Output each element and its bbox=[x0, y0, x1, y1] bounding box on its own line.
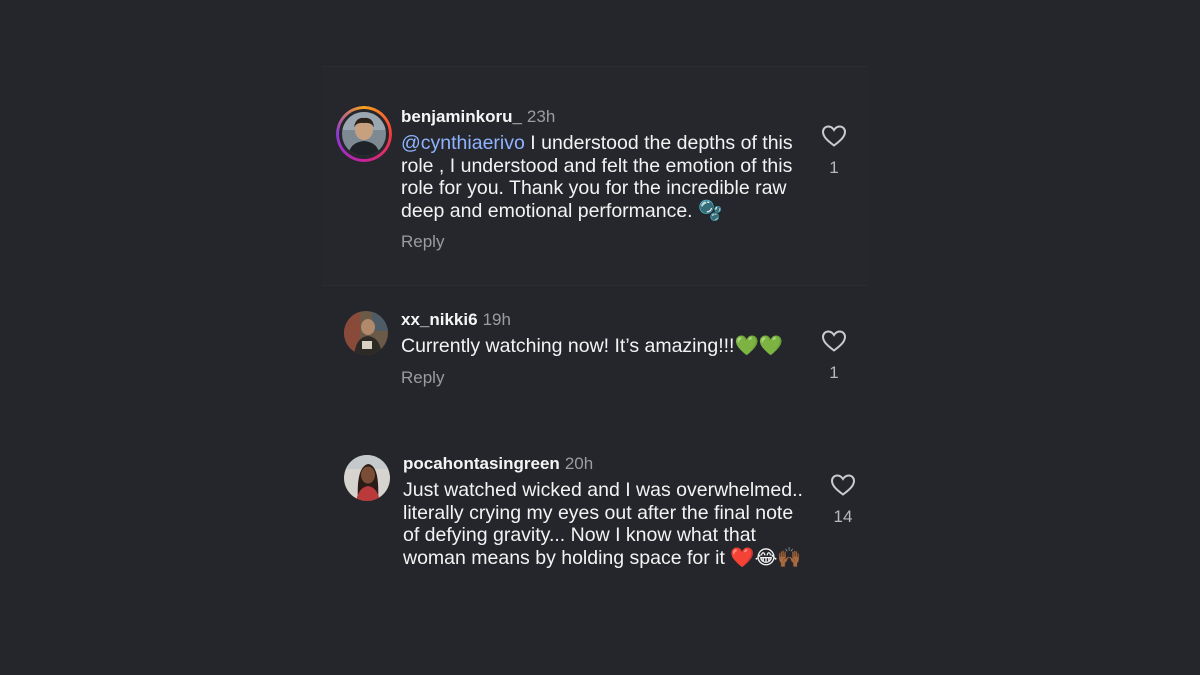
comment-emoji: 🫧 bbox=[698, 198, 723, 222]
comment-body: pocahontasingreen 20h Just watched wicked… bbox=[403, 453, 811, 569]
heart-outline-icon bbox=[821, 125, 847, 147]
comments-screen: benjaminkoru_ 23h @cynthiaerivo I underst… bbox=[0, 0, 1200, 675]
avatar-photo bbox=[342, 112, 386, 156]
comment-body: xx_nikki6 19h Currently watching now! It’… bbox=[401, 309, 811, 388]
like-count: 1 bbox=[829, 363, 839, 382]
comment-emoji: ❤️😂🙌🏾 bbox=[730, 545, 802, 569]
comment-text: @cynthiaerivo I understood the depths of… bbox=[401, 132, 811, 222]
heart-outline-icon bbox=[821, 330, 847, 352]
comment-header: xx_nikki6 19h bbox=[401, 309, 811, 331]
comment-header: benjaminkoru_ 23h bbox=[401, 106, 811, 128]
comment-body: benjaminkoru_ 23h @cynthiaerivo I underst… bbox=[401, 106, 811, 252]
timestamp: 23h bbox=[526, 107, 556, 126]
avatar[interactable] bbox=[344, 311, 388, 355]
comment-text: Currently watching now! It’s amazing!!!💚… bbox=[401, 334, 811, 358]
comment-header: pocahontasingreen 20h bbox=[403, 453, 811, 475]
avatar[interactable] bbox=[336, 106, 392, 162]
comment-text-content: Currently watching now! It’s amazing!!! bbox=[401, 335, 735, 357]
heart-outline-icon bbox=[830, 474, 856, 496]
reply-button[interactable]: Reply bbox=[401, 368, 811, 388]
username[interactable]: xx_nikki6 bbox=[401, 310, 478, 329]
avatar[interactable] bbox=[344, 455, 390, 501]
timestamp: 19h bbox=[482, 310, 511, 329]
reply-button[interactable]: Reply bbox=[401, 232, 811, 252]
avatar-photo bbox=[344, 455, 390, 501]
avatar-photo bbox=[344, 311, 388, 355]
like-count: 1 bbox=[829, 158, 839, 177]
like-button[interactable]: 1 bbox=[814, 124, 854, 178]
comment-emoji: 💚💚 bbox=[734, 334, 784, 357]
comment-text: Just watched wicked and I was overwhelme… bbox=[403, 479, 811, 569]
like-count: 14 bbox=[833, 507, 853, 526]
timestamp: 20h bbox=[564, 454, 594, 473]
comment-item: benjaminkoru_ 23h @cynthiaerivo I underst… bbox=[336, 106, 866, 281]
comment-item: xx_nikki6 19h Currently watching now! It’… bbox=[336, 309, 866, 419]
username[interactable]: benjaminkoru_ bbox=[401, 107, 522, 126]
like-button[interactable]: 14 bbox=[823, 473, 863, 527]
username[interactable]: pocahontasingreen bbox=[403, 454, 560, 473]
comment-item: pocahontasingreen 20h Just watched wicked… bbox=[336, 453, 866, 603]
like-button[interactable]: 1 bbox=[814, 329, 854, 383]
mention-link[interactable]: @cynthiaerivo bbox=[401, 132, 525, 154]
